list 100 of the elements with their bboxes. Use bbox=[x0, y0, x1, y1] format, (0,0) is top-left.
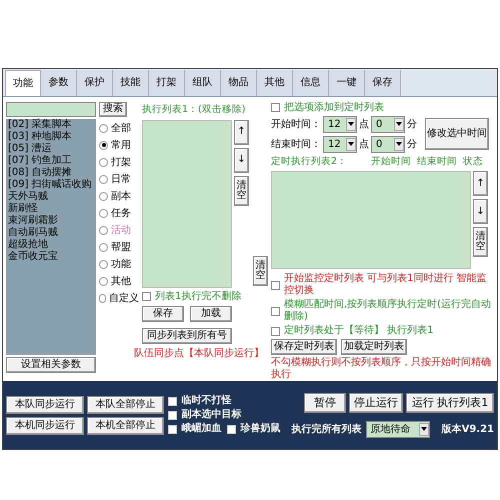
checkbox-label: 把选项添加到定时列表 bbox=[284, 102, 384, 114]
list-item[interactable]: [05] 漕运 bbox=[8, 142, 94, 155]
radio-label: 日常 bbox=[111, 174, 131, 185]
dropdown[interactable]: 12 bbox=[323, 116, 357, 133]
list-item[interactable]: [09] 扫街喊话收购 bbox=[8, 178, 94, 191]
radio-button[interactable] bbox=[99, 158, 108, 167]
dropdown-arrow-button[interactable] bbox=[394, 118, 404, 131]
tab[interactable]: 一键 bbox=[329, 70, 365, 96]
caret-icon bbox=[396, 142, 402, 146]
search-field[interactable] bbox=[6, 102, 96, 117]
version-label: 版本V9.21 bbox=[442, 422, 494, 437]
checkbox-label: 珍兽奶鼠 bbox=[240, 423, 280, 436]
tab[interactable]: 打架 bbox=[149, 70, 185, 96]
tab[interactable]: 物品 bbox=[221, 70, 257, 96]
radio-button[interactable] bbox=[99, 192, 108, 201]
save-timer-button[interactable]: 保存定时列表 bbox=[271, 339, 337, 356]
sync-note: 队伍同步点【本队同步运行】 bbox=[134, 346, 264, 360]
clear-button[interactable]: 清空 bbox=[253, 256, 268, 286]
time-label: 开始时间： bbox=[271, 118, 321, 132]
load-timer-button[interactable]: 加载定时列表 bbox=[341, 339, 407, 356]
checkbox[interactable] bbox=[168, 424, 178, 434]
tab[interactable]: 保存 bbox=[365, 70, 401, 96]
checkbox-label: 定时列表处于【等待】 执行列表1 bbox=[284, 325, 434, 338]
radio-label: 功能 bbox=[111, 258, 131, 270]
tab[interactable]: 其他 bbox=[257, 70, 293, 96]
move-up-button[interactable]: ↑ bbox=[473, 171, 488, 196]
radio-button[interactable] bbox=[99, 174, 108, 184]
clear-button[interactable]: 清空 bbox=[234, 176, 249, 206]
list-item[interactable]: [07] 钓鱼加工 bbox=[8, 154, 94, 167]
unit-label: 分 bbox=[407, 138, 417, 152]
list-item[interactable]: 超级抢地 bbox=[8, 238, 94, 251]
radio-button[interactable] bbox=[99, 226, 108, 235]
list-item[interactable]: [03] 种地脚本 bbox=[8, 130, 94, 143]
checkbox[interactable] bbox=[227, 424, 236, 434]
radio-button[interactable] bbox=[99, 140, 108, 150]
control-button[interactable]: 本机全部停止 bbox=[86, 416, 164, 435]
search-button[interactable]: 搜索 bbox=[99, 102, 127, 117]
radio-label: 副本 bbox=[111, 190, 131, 202]
dropdown[interactable]: 0 bbox=[371, 116, 405, 133]
checkbox-label: 峨嵋加血 bbox=[181, 423, 222, 436]
stop-button[interactable]: 停止运行 bbox=[349, 392, 403, 413]
list-item[interactable]: 束河刷霜影 bbox=[8, 214, 94, 227]
radio-label: 自定义 bbox=[109, 292, 139, 304]
radio-label: 全部 bbox=[111, 122, 131, 134]
radio-label: 打架 bbox=[111, 156, 131, 168]
tab[interactable]: 功能 bbox=[5, 70, 41, 96]
radio-button[interactable] bbox=[99, 242, 108, 252]
run-button[interactable]: 运行 执行列表1 bbox=[406, 392, 494, 413]
list-item[interactable]: 新刷怪 bbox=[8, 202, 94, 215]
checkbox-label: 临时不打怪 bbox=[181, 395, 232, 408]
column-header: 状态 bbox=[463, 154, 484, 169]
pause-button[interactable]: 暂停 bbox=[304, 392, 346, 413]
tab[interactable]: 组队 bbox=[185, 70, 221, 96]
caret-icon bbox=[420, 427, 427, 432]
save-button[interactable]: 保存 bbox=[142, 306, 184, 322]
tab[interactable]: 保护 bbox=[77, 70, 113, 96]
column-header: 开始时间 bbox=[371, 154, 412, 169]
control-button[interactable]: 本队全部停止 bbox=[86, 396, 164, 414]
tab[interactable]: 参数 bbox=[41, 70, 77, 96]
tab[interactable]: 技能 bbox=[113, 70, 149, 96]
dropdown-arrow-button[interactable] bbox=[346, 138, 356, 151]
list-item[interactable]: 自动刷马贼 bbox=[8, 226, 94, 239]
control-button[interactable]: 本机同步运行 bbox=[6, 416, 84, 435]
tab[interactable]: 信息 bbox=[293, 70, 329, 96]
caret-icon bbox=[348, 122, 354, 126]
dropdown[interactable]: 原地待命 bbox=[366, 420, 430, 438]
checkbox[interactable] bbox=[168, 396, 178, 406]
checkbox[interactable] bbox=[168, 410, 178, 420]
unit-label: 点 bbox=[359, 118, 369, 132]
clear-button[interactable]: 清空 bbox=[473, 227, 488, 258]
checkbox[interactable] bbox=[271, 306, 280, 316]
move-down-button[interactable]: ↓ bbox=[473, 199, 488, 224]
list-item[interactable]: 金币收元宝 bbox=[8, 250, 94, 263]
dropdown-arrow-button[interactable] bbox=[418, 422, 429, 436]
move-up-button[interactable]: ↑ bbox=[234, 120, 249, 145]
modify-time-button[interactable]: 修改选中时间 bbox=[425, 118, 489, 150]
settings-button[interactable]: 设置相关参数 bbox=[6, 356, 96, 373]
checkbox[interactable] bbox=[271, 103, 280, 112]
radio-button[interactable] bbox=[99, 294, 106, 303]
radio-button[interactable] bbox=[99, 208, 108, 218]
radio-button[interactable] bbox=[99, 260, 108, 269]
radio-button[interactable] bbox=[99, 276, 108, 286]
dropdown-arrow-button[interactable] bbox=[394, 138, 404, 151]
move-down-button[interactable]: ↓ bbox=[234, 148, 249, 173]
column-header: 结束时间 bbox=[417, 154, 458, 169]
dropdown[interactable]: 0 bbox=[371, 136, 405, 153]
sync-button[interactable]: 同步列表到所有号 bbox=[142, 328, 232, 344]
list-item[interactable]: 天外马贼 bbox=[8, 190, 94, 203]
list-item[interactable]: [08] 自动摆摊 bbox=[8, 166, 94, 179]
checkbox[interactable] bbox=[271, 326, 280, 336]
list-item[interactable]: [02] 采集脚本 bbox=[8, 118, 94, 131]
radio-label: 活动 bbox=[111, 224, 131, 236]
checkbox[interactable] bbox=[142, 292, 151, 302]
radio-button[interactable] bbox=[99, 124, 108, 133]
dropdown[interactable]: 12 bbox=[323, 136, 357, 153]
control-button[interactable]: 本队同步运行 bbox=[6, 396, 84, 414]
radio-label: 其他 bbox=[111, 276, 131, 287]
checkbox[interactable] bbox=[271, 280, 280, 290]
dropdown-arrow-button[interactable] bbox=[346, 118, 356, 131]
load-button[interactable]: 加载 bbox=[190, 306, 232, 322]
